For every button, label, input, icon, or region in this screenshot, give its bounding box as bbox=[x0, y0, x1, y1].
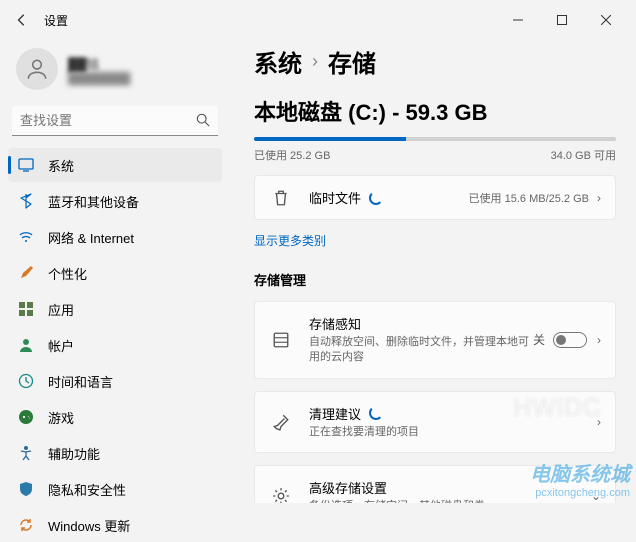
chevron-right-icon: › bbox=[597, 191, 601, 205]
user-name: ██铭 bbox=[68, 54, 130, 73]
search-input[interactable] bbox=[12, 106, 218, 136]
wifi-icon bbox=[18, 229, 34, 245]
chevron-right-icon: › bbox=[597, 415, 601, 429]
nav-label: 系统 bbox=[48, 156, 74, 175]
nav-label: 游戏 bbox=[48, 408, 74, 427]
gear-icon bbox=[269, 487, 293, 503]
bluetooth-icon bbox=[18, 193, 34, 209]
card-title: 存储感知 bbox=[309, 314, 361, 333]
nav-label: 帐户 bbox=[48, 336, 74, 355]
card-subtitle: 备份选项、存储空间、其他磁盘和卷 bbox=[309, 499, 591, 503]
nav-network[interactable]: 网络 & Internet bbox=[8, 220, 222, 254]
nav-label: 辅助功能 bbox=[48, 444, 100, 463]
nav-time[interactable]: 时间和语言 bbox=[8, 364, 222, 398]
card-title: 临时文件 bbox=[309, 188, 361, 207]
cleanup-card[interactable]: 清理建议 正在查找要清理的项目 › bbox=[254, 391, 616, 453]
temp-files-card[interactable]: 临时文件 已使用 15.6 MB/25.2 GB › bbox=[254, 175, 616, 220]
gaming-icon bbox=[18, 409, 34, 425]
user-block[interactable]: ██铭 ████████ bbox=[8, 40, 222, 106]
show-more-link[interactable]: 显示更多类别 bbox=[254, 232, 326, 249]
toggle-label: 关 bbox=[533, 331, 545, 348]
disk-usage-bar bbox=[254, 137, 616, 141]
account-icon bbox=[18, 337, 34, 353]
nav-gaming[interactable]: 游戏 bbox=[8, 400, 222, 434]
nav-label: 个性化 bbox=[48, 264, 87, 283]
chevron-right-icon: › bbox=[597, 333, 601, 347]
card-title: 高级存储设置 bbox=[309, 478, 387, 497]
clock-icon bbox=[18, 373, 34, 389]
disk-free-label: 34.0 GB 可用 bbox=[551, 147, 616, 163]
chevron-down-icon: ⌄ bbox=[591, 489, 601, 503]
breadcrumb: 系统 › 存储 bbox=[254, 44, 616, 79]
broom-icon bbox=[269, 413, 293, 431]
loading-spinner bbox=[369, 406, 383, 420]
storage-sense-card[interactable]: 存储感知 自动释放空间、删除临时文件，并管理本地可用的云内容 关 › bbox=[254, 301, 616, 379]
brush-icon bbox=[18, 265, 34, 281]
close-button[interactable] bbox=[584, 5, 628, 35]
card-title: 清理建议 bbox=[309, 404, 361, 423]
system-icon bbox=[18, 157, 34, 173]
nav-label: 应用 bbox=[48, 300, 74, 319]
breadcrumb-current: 存储 bbox=[328, 44, 376, 79]
trash-icon bbox=[269, 189, 293, 207]
nav-accessibility[interactable]: 辅助功能 bbox=[8, 436, 222, 470]
loading-spinner bbox=[369, 191, 383, 205]
shield-icon bbox=[18, 481, 34, 497]
nav-label: 时间和语言 bbox=[48, 372, 113, 391]
window-title: 设置 bbox=[44, 12, 68, 29]
nav-bluetooth[interactable]: 蓝牙和其他设备 bbox=[8, 184, 222, 218]
temp-usage-label: 已使用 15.6 MB/25.2 GB bbox=[469, 190, 589, 206]
advanced-storage-card[interactable]: 高级存储设置 备份选项、存储空间、其他磁盘和卷 ⌄ bbox=[254, 465, 616, 503]
nav-label: 网络 & Internet bbox=[48, 228, 134, 247]
avatar bbox=[16, 48, 58, 90]
disk-title: 本地磁盘 (C:) - 59.3 GB bbox=[254, 95, 616, 127]
card-subtitle: 自动释放空间、删除临时文件，并管理本地可用的云内容 bbox=[309, 335, 533, 366]
disk-icon bbox=[269, 331, 293, 349]
nav-system[interactable]: 系统 bbox=[8, 148, 222, 182]
nav-apps[interactable]: 应用 bbox=[8, 292, 222, 326]
chevron-right-icon: › bbox=[312, 51, 318, 72]
storage-management-header: 存储管理 bbox=[254, 270, 616, 289]
nav-label: Windows 更新 bbox=[48, 516, 130, 535]
storage-sense-toggle[interactable] bbox=[553, 332, 587, 348]
nav-update[interactable]: Windows 更新 bbox=[8, 508, 222, 542]
card-subtitle: 正在查找要清理的项目 bbox=[309, 425, 597, 440]
maximize-button[interactable] bbox=[540, 5, 584, 35]
disk-used-label: 已使用 25.2 GB bbox=[254, 147, 330, 163]
user-email: ████████ bbox=[68, 73, 130, 85]
accessibility-icon bbox=[18, 445, 34, 461]
search-icon bbox=[196, 113, 210, 132]
nav-personalization[interactable]: 个性化 bbox=[8, 256, 222, 290]
nav-accounts[interactable]: 帐户 bbox=[8, 328, 222, 362]
update-icon bbox=[18, 517, 34, 533]
nav-label: 隐私和安全性 bbox=[48, 480, 126, 499]
nav-label: 蓝牙和其他设备 bbox=[48, 192, 139, 211]
nav-privacy[interactable]: 隐私和安全性 bbox=[8, 472, 222, 506]
back-button[interactable] bbox=[8, 6, 36, 34]
minimize-button[interactable] bbox=[496, 5, 540, 35]
breadcrumb-parent[interactable]: 系统 bbox=[254, 44, 302, 79]
apps-icon bbox=[18, 301, 34, 317]
